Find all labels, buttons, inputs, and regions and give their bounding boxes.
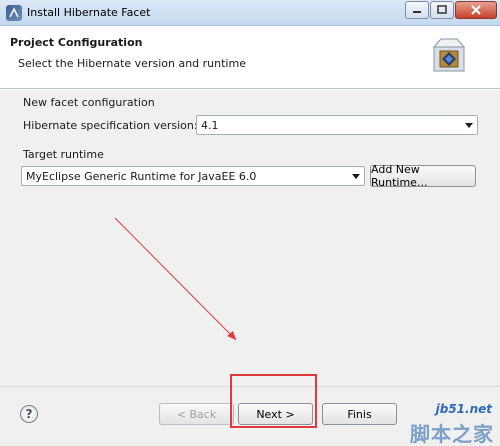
help-icon[interactable]: ? xyxy=(20,405,38,423)
wizard-header: Project Configuration Select the Hiberna… xyxy=(0,27,500,89)
maximize-icon xyxy=(437,5,447,14)
minimize-button[interactable] xyxy=(405,1,429,19)
maximize-button[interactable] xyxy=(430,1,454,19)
annotation-highlight-box xyxy=(230,374,317,428)
eclipse-icon xyxy=(6,5,22,21)
page-title: Project Configuration xyxy=(10,36,143,49)
window-title: Install Hibernate Facet xyxy=(27,6,151,19)
back-button[interactable]: < Back xyxy=(159,403,234,425)
facet-box-icon xyxy=(432,38,466,72)
minimize-icon xyxy=(413,11,421,13)
watermark-site: jb51.net xyxy=(435,402,492,416)
watermark-name: 脚本之家 xyxy=(410,422,494,446)
annotation-arrow xyxy=(114,217,237,341)
page-subtitle: Select the Hibernate version and runtime xyxy=(18,57,246,70)
finish-button[interactable]: Finis xyxy=(322,403,397,425)
watermark: jb51.net 脚本之家 xyxy=(398,402,498,446)
close-button[interactable] xyxy=(455,1,497,19)
title-bar: Install Hibernate Facet xyxy=(0,0,500,26)
close-icon xyxy=(471,5,481,15)
wizard-body: New facet configuration Hibernate specif… xyxy=(0,90,500,386)
